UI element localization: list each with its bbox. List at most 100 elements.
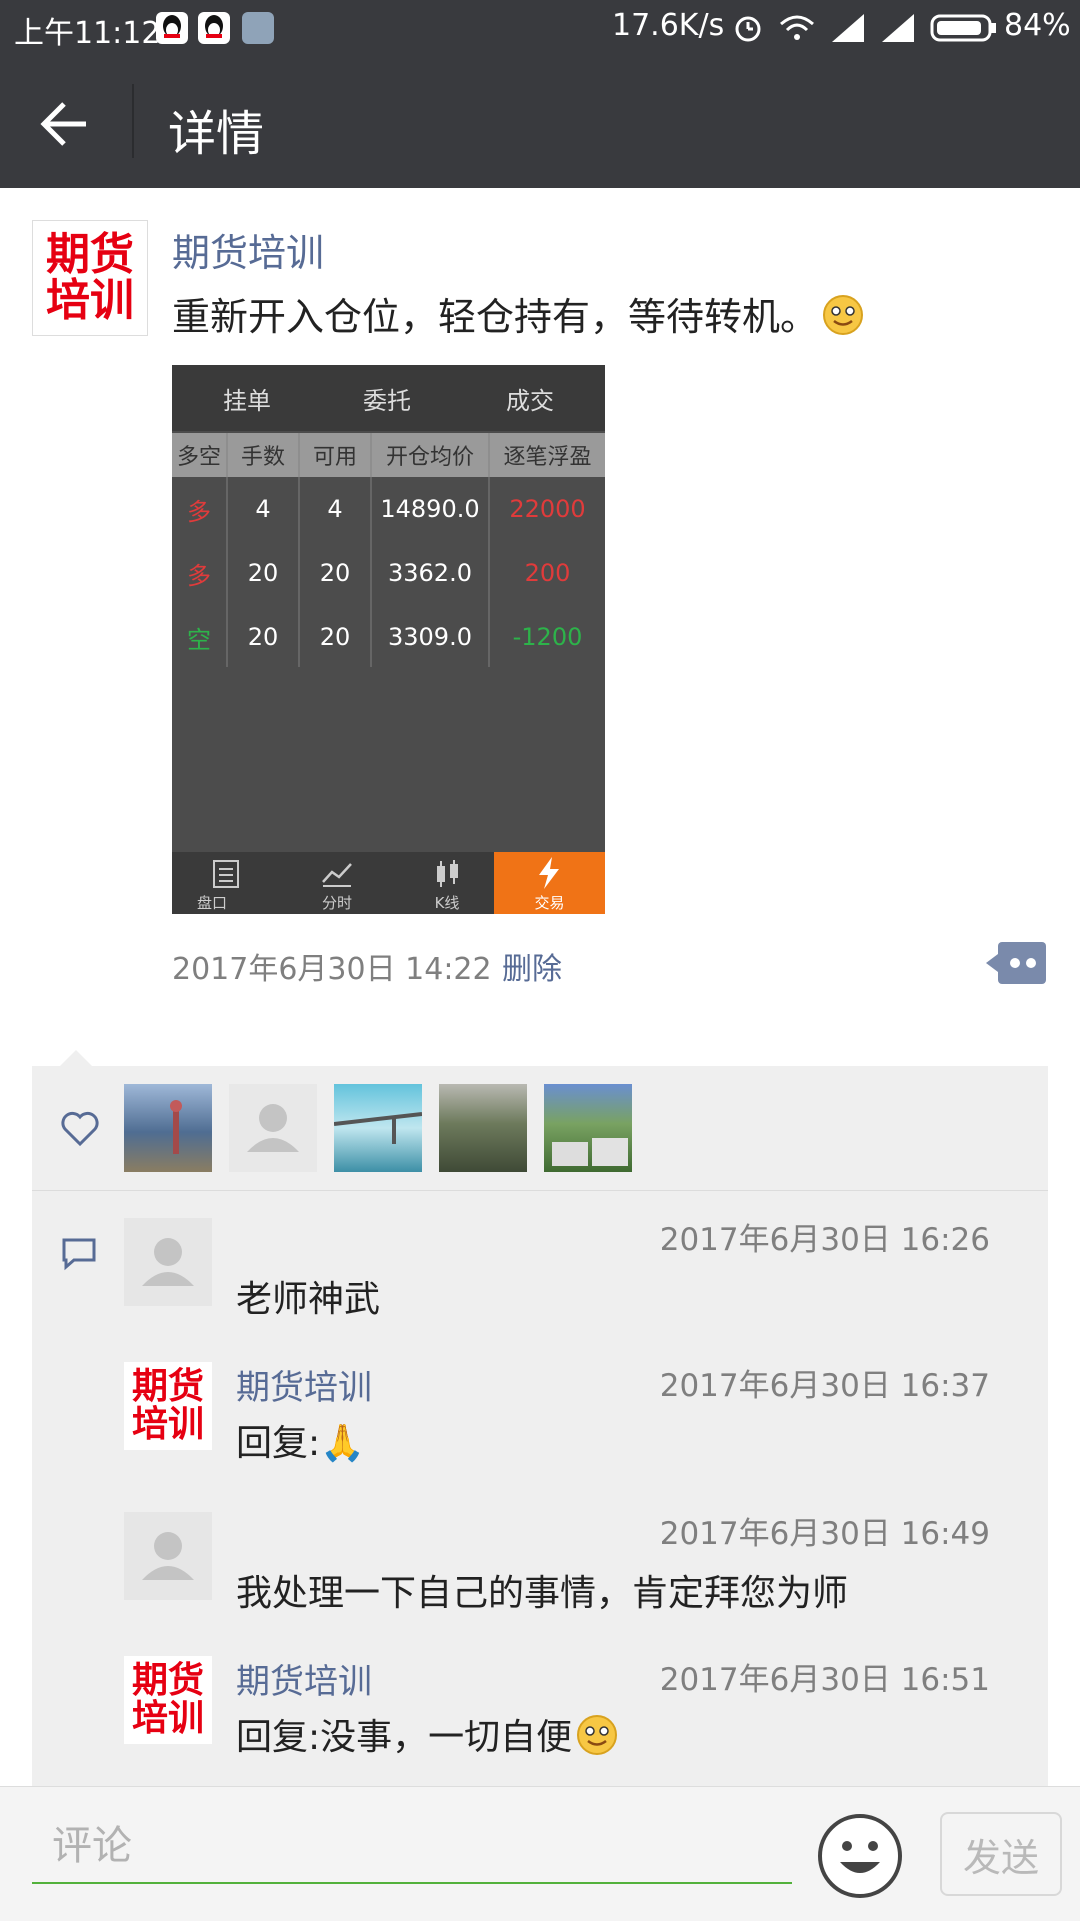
image-tab: 挂单 <box>223 386 271 415</box>
status-time: 上午11:12 <box>14 16 161 51</box>
default-user-icon <box>142 1532 194 1580</box>
divider <box>132 84 134 158</box>
divider <box>298 477 300 667</box>
avatar-text: 期货 <box>131 1366 204 1408</box>
comment-icon <box>60 1236 98 1276</box>
qq-notification-icon <box>198 12 230 44</box>
liker-avatar[interactable] <box>124 1084 212 1172</box>
image-table-cell: -1200 <box>512 623 583 651</box>
default-user-icon <box>247 1104 299 1152</box>
author-avatar[interactable]: 期货 培训 <box>32 220 148 336</box>
image-table-cell: 多 <box>187 561 211 590</box>
lightning-icon <box>539 857 559 889</box>
image-tab: 成交 <box>506 386 554 415</box>
image-table-cell: 多 <box>187 497 211 526</box>
comment-timestamp: 2017年6月30日 16:49 <box>659 1516 990 1552</box>
commenter-avatar[interactable]: 期货 培训 <box>124 1656 212 1744</box>
comment-text[interactable]: 老师神武 <box>236 1270 380 1322</box>
message-notification-icon <box>242 12 274 44</box>
back-button[interactable] <box>36 96 92 152</box>
image-table-cell: 14890.0 <box>380 495 480 523</box>
default-user-icon <box>142 1238 194 1286</box>
signal-icon <box>880 12 918 52</box>
comment-timestamp: 2017年6月30日 16:51 <box>659 1662 990 1698</box>
image-nav-item: K线 <box>392 852 502 914</box>
image-table-cell: 22000 <box>509 495 586 523</box>
divider <box>488 477 490 667</box>
comment-author[interactable]: 期货培训 <box>236 1360 372 1409</box>
signal-icon <box>830 12 868 52</box>
network-speed: 17.6K/s <box>612 8 725 43</box>
candlestick-icon <box>437 860 458 887</box>
qq-notification-icon <box>156 12 188 44</box>
column-header: 开仓均价 <box>372 433 488 477</box>
comment-text[interactable]: 我处理一下自己的事情，肯定拜您为师 <box>236 1564 848 1616</box>
avatar-text: 培训 <box>131 1698 204 1739</box>
emoji-button[interactable] <box>816 1812 904 1900</box>
smile-emoji-icon <box>822 294 864 345</box>
image-table-row: 多 20 20 3362.0 200 <box>172 541 605 605</box>
image-nav-item-active: 交易 <box>494 852 605 914</box>
image-nav-item: 分时 <box>282 852 392 914</box>
avatar-text: 期货 <box>46 228 134 280</box>
image-table-cell: 20 <box>319 559 351 587</box>
comment-timestamp: 2017年6月30日 16:26 <box>659 1222 990 1258</box>
commenter-avatar[interactable]: 期货 培训 <box>124 1362 212 1450</box>
image-tabs: 挂单 委托 成交 <box>172 365 605 431</box>
commenter-avatar[interactable] <box>124 1218 212 1306</box>
smiley-face-icon <box>818 1814 902 1898</box>
app-bar: 详情 <box>0 54 1080 188</box>
avatar-text: 期货 <box>131 1660 204 1702</box>
delete-link[interactable]: 删除 <box>502 944 562 988</box>
send-button[interactable]: 发送 <box>940 1812 1062 1896</box>
image-table-cell: 20 <box>247 559 279 587</box>
liker-avatar[interactable] <box>439 1084 527 1172</box>
list-icon <box>213 860 239 888</box>
status-bar: 上午11:12 17.6K/s 84% <box>0 0 1080 54</box>
divider <box>32 1190 1048 1191</box>
image-nav: 盘口 分时 K线 交易 <box>172 852 605 914</box>
page-title: 详情 <box>168 106 265 162</box>
comment-more-icon <box>986 942 1046 984</box>
image-table-cell: 20 <box>319 623 351 651</box>
arrow-left-icon <box>40 102 86 146</box>
image-table-row: 空 20 20 3309.0 -1200 <box>172 605 605 669</box>
liker-avatar[interactable] <box>333 1084 423 1172</box>
comment-input[interactable] <box>32 1810 792 1884</box>
divider <box>370 477 372 667</box>
heart-icon <box>60 1110 100 1152</box>
post-text-content: 重新开入仓位，轻仓持有，等待转机。 <box>172 295 819 339</box>
avatar-text: 培训 <box>131 1404 204 1445</box>
image-table-cell: 4 <box>327 495 343 523</box>
image-tab: 委托 <box>363 386 411 415</box>
post-image[interactable]: 挂单 委托 成交 多空 手数 可用 开仓均价 逐笔浮盈 多 4 4 14890.0 22… <box>172 365 605 914</box>
alarm-icon <box>732 12 764 52</box>
liker-avatar[interactable] <box>229 1084 317 1172</box>
comment-text[interactable]: 回复:没事，一切自便 <box>236 1708 618 1765</box>
comment-text[interactable]: 回复:🙏 <box>236 1414 365 1466</box>
line-chart-icon <box>322 863 352 887</box>
comment-author[interactable]: 期货培训 <box>236 1654 372 1703</box>
commenter-avatar[interactable] <box>124 1512 212 1600</box>
image-table-header: 多空 手数 可用 开仓均价 逐笔浮盈 <box>172 433 605 477</box>
divider <box>226 477 228 667</box>
panel-pointer <box>60 1050 92 1066</box>
liker-avatar[interactable] <box>544 1084 632 1172</box>
avatar-text: 培训 <box>46 275 134 326</box>
image-table-cell: 200 <box>524 559 571 587</box>
image-table-row: 多 4 4 14890.0 22000 <box>172 477 605 541</box>
comment-text-content: 回复:没事，一切自便 <box>236 1717 573 1758</box>
wifi-icon <box>778 12 816 52</box>
image-table-cell: 3362.0 <box>388 559 472 587</box>
post-author[interactable]: 期货培训 <box>172 222 324 277</box>
image-table-cell: 20 <box>247 623 279 651</box>
more-actions-button[interactable] <box>986 940 1046 986</box>
battery-percent: 84% <box>1004 8 1071 43</box>
column-header: 可用 <box>300 433 370 477</box>
comment-timestamp: 2017年6月30日 16:37 <box>659 1368 990 1404</box>
image-nav-item: 盘口 <box>172 852 282 914</box>
battery-icon <box>930 14 998 50</box>
smile-emoji-icon <box>576 1714 618 1765</box>
post-timestamp: 2017年6月30日 14:22 <box>172 952 492 987</box>
column-header: 多空 <box>172 433 226 477</box>
